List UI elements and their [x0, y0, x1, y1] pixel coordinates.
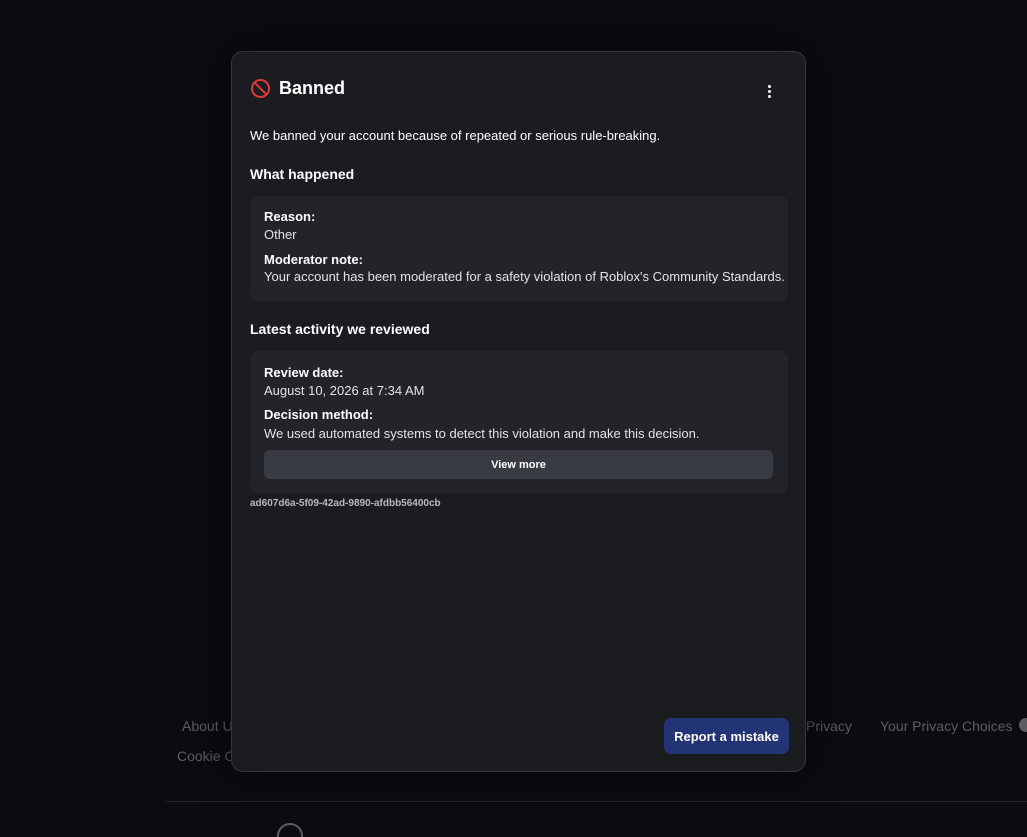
what-happened-heading: What happened: [250, 166, 355, 182]
more-options-icon[interactable]: [761, 81, 777, 101]
decision-method-value: We used automated systems to detect this…: [264, 426, 700, 441]
latest-activity-card: Review date: August 10, 2026 at 7:34 AM …: [250, 351, 788, 493]
what-happened-card: Reason: Other Moderator note: Your accou…: [250, 196, 788, 301]
footer-divider: [166, 801, 1027, 802]
footer-link-cookie[interactable]: Cookie O: [177, 748, 235, 764]
moderator-note-label: Moderator note:: [264, 252, 363, 267]
report-mistake-button[interactable]: Report a mistake: [664, 718, 789, 754]
reason-label: Reason:: [264, 209, 316, 224]
latest-activity-heading: Latest activity we reviewed: [250, 321, 430, 337]
ban-summary: We banned your account because of repeat…: [250, 128, 661, 143]
review-date-value: August 10, 2026 at 7:34 AM: [264, 383, 425, 398]
footer-link-privacy[interactable]: Privacy: [806, 718, 852, 734]
decision-method-label: Decision method:: [264, 407, 374, 422]
page: About U Cookie O Privacy Your Privacy Ch…: [0, 0, 1027, 837]
reason-value: Other: [264, 227, 297, 242]
ban-modal: Banned We banned your account because of…: [231, 51, 806, 772]
incident-id: ad607d6a-5f09-42ad-9890-afdbb56400cb: [250, 498, 441, 509]
moderator-note-value: Your account has been moderated for a sa…: [264, 269, 785, 284]
roblox-logo-icon: [277, 823, 303, 837]
modal-title: Banned: [279, 78, 346, 98]
footer-link-privacy-choices[interactable]: Your Privacy Choices: [880, 718, 1013, 734]
privacy-choices-toggle-icon: [1019, 718, 1027, 732]
footer-link-about[interactable]: About U: [182, 718, 233, 734]
ban-icon: [250, 78, 271, 99]
review-date-label: Review date:: [264, 365, 344, 380]
modal-header: Banned: [250, 78, 345, 99]
view-more-button[interactable]: View more: [264, 450, 773, 479]
